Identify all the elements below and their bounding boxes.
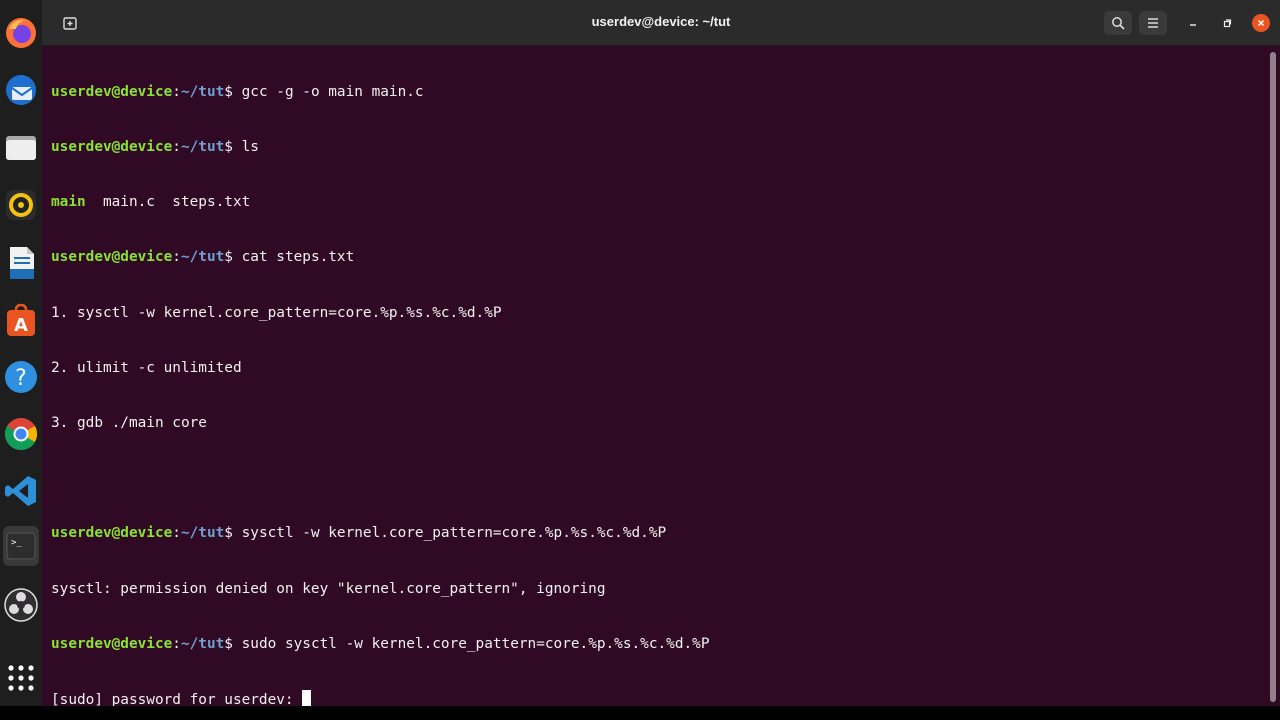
prompt-colon: : <box>172 525 181 542</box>
window-title: userdev@device: ~/tut <box>591 14 731 29</box>
prompt-user: userdev@device <box>51 635 173 652</box>
window-titlebar: userdev@device: ~/tut <box>42 0 1280 46</box>
dock-item-terminal[interactable]: >_ <box>3 526 39 566</box>
prompt-dollar: $ <box>224 635 233 652</box>
obs-icon <box>4 588 38 622</box>
command-text: ls <box>232 139 259 156</box>
restore-button[interactable] <box>1218 14 1236 32</box>
screen-bottom-edge <box>0 706 1280 720</box>
prompt-colon: : <box>172 249 181 266</box>
prompt-colon: : <box>172 139 181 156</box>
terminal-view[interactable]: userdev@device:~/tut$ gcc -g -o main mai… <box>42 46 1280 708</box>
prompt-path: ~/tut <box>180 525 225 542</box>
menu-button[interactable] <box>1139 11 1167 35</box>
terminal-line: userdev@device:~/tut$ ls <box>51 138 709 156</box>
ls-executable-entry: main <box>51 194 86 211</box>
terminal-line: 2. ulimit -c unlimited <box>51 359 709 377</box>
terminal-output: userdev@device:~/tut$ gcc -g -o main mai… <box>51 46 709 720</box>
output-text: 2. ulimit -c unlimited <box>51 359 242 376</box>
dock-item-files[interactable] <box>3 130 39 166</box>
search-icon <box>1112 17 1125 30</box>
close-icon <box>1257 19 1265 27</box>
prompt-user: userdev@device <box>51 525 173 542</box>
scrollbar[interactable] <box>1270 52 1276 702</box>
prompt-path: ~/tut <box>180 83 225 100</box>
vscode-icon <box>5 476 36 506</box>
output-text: 3. gdb ./main core <box>51 415 207 432</box>
dock-item-writer[interactable] <box>3 245 39 281</box>
minimize-icon <box>1190 24 1196 26</box>
dock-item-obs[interactable] <box>3 587 39 623</box>
thunderbird-icon <box>6 75 36 105</box>
dock-item-vscode[interactable] <box>3 473 39 509</box>
firefox-icon <box>6 18 36 48</box>
prompt-dollar: $ <box>224 249 233 266</box>
terminal-icon: >_ <box>6 532 36 560</box>
terminal-line: userdev@device:~/tut$ sudo sysctl -w ker… <box>51 635 709 653</box>
dock-item-chrome[interactable] <box>3 416 39 452</box>
minimize-button[interactable] <box>1184 14 1202 32</box>
prompt-path: ~/tut <box>180 635 225 652</box>
dock-item-show-apps[interactable] <box>3 660 39 696</box>
close-button[interactable] <box>1252 14 1270 32</box>
terminal-line: 1. sysctl -w kernel.core_pattern=core.%p… <box>51 304 709 322</box>
command-text: sudo sysctl -w kernel.core_pattern=core.… <box>232 635 710 652</box>
libreoffice-writer-icon <box>10 247 34 279</box>
app-center-icon: A <box>7 303 35 336</box>
search-button[interactable] <box>1104 11 1132 35</box>
text-cursor[interactable] <box>302 690 312 708</box>
prompt-dollar: $ <box>224 139 233 156</box>
command-text: cat steps.txt <box>232 249 355 266</box>
restore-icon <box>1223 19 1232 28</box>
rhythmbox-icon <box>6 190 36 220</box>
terminal-line: sysctl: permission denied on key "kernel… <box>51 580 709 598</box>
dock-item-app-center[interactable]: A <box>3 302 39 338</box>
command-text: sysctl -w kernel.core_pattern=core.%p.%s… <box>232 525 667 542</box>
dock: A ? >_ <box>0 0 42 706</box>
prompt-path: ~/tut <box>180 249 225 266</box>
help-icon: ? <box>5 361 37 393</box>
command-text: gcc -g -o main main.c <box>232 83 424 100</box>
show-apps-icon <box>8 665 34 691</box>
prompt-user: userdev@device <box>51 249 173 266</box>
dock-item-help[interactable]: ? <box>3 359 39 395</box>
prompt-path: ~/tut <box>180 139 225 156</box>
prompt-colon: : <box>172 83 181 100</box>
prompt-colon: : <box>172 635 181 652</box>
svg-text:A: A <box>14 315 28 336</box>
dock-item-rhythmbox[interactable] <box>3 187 39 223</box>
dock-item-firefox[interactable] <box>3 15 39 51</box>
prompt-user: userdev@device <box>51 83 173 100</box>
terminal-line: main main.c steps.txt <box>51 193 709 211</box>
prompt-dollar: $ <box>224 83 233 100</box>
prompt-user: userdev@device <box>51 139 173 156</box>
terminal-line: userdev@device:~/tut$ sysctl -w kernel.c… <box>51 524 709 542</box>
prompt-dollar: $ <box>224 525 233 542</box>
chrome-icon <box>4 418 38 451</box>
error-output: sysctl: permission denied on key "kernel… <box>51 580 606 597</box>
hamburger-menu-icon <box>1148 18 1158 28</box>
files-icon <box>6 136 36 160</box>
terminal-line: userdev@device:~/tut$ cat steps.txt <box>51 248 709 266</box>
ls-output: main.c steps.txt <box>85 194 251 211</box>
terminal-line: 3. gdb ./main core <box>51 414 709 432</box>
svg-text:>_: >_ <box>11 538 22 548</box>
terminal-line: userdev@device:~/tut$ gcc -g -o main mai… <box>51 83 709 101</box>
output-text: 1. sysctl -w kernel.core_pattern=core.%p… <box>51 304 502 321</box>
dock-item-thunderbird[interactable] <box>3 72 39 108</box>
svg-text:?: ? <box>15 366 27 391</box>
